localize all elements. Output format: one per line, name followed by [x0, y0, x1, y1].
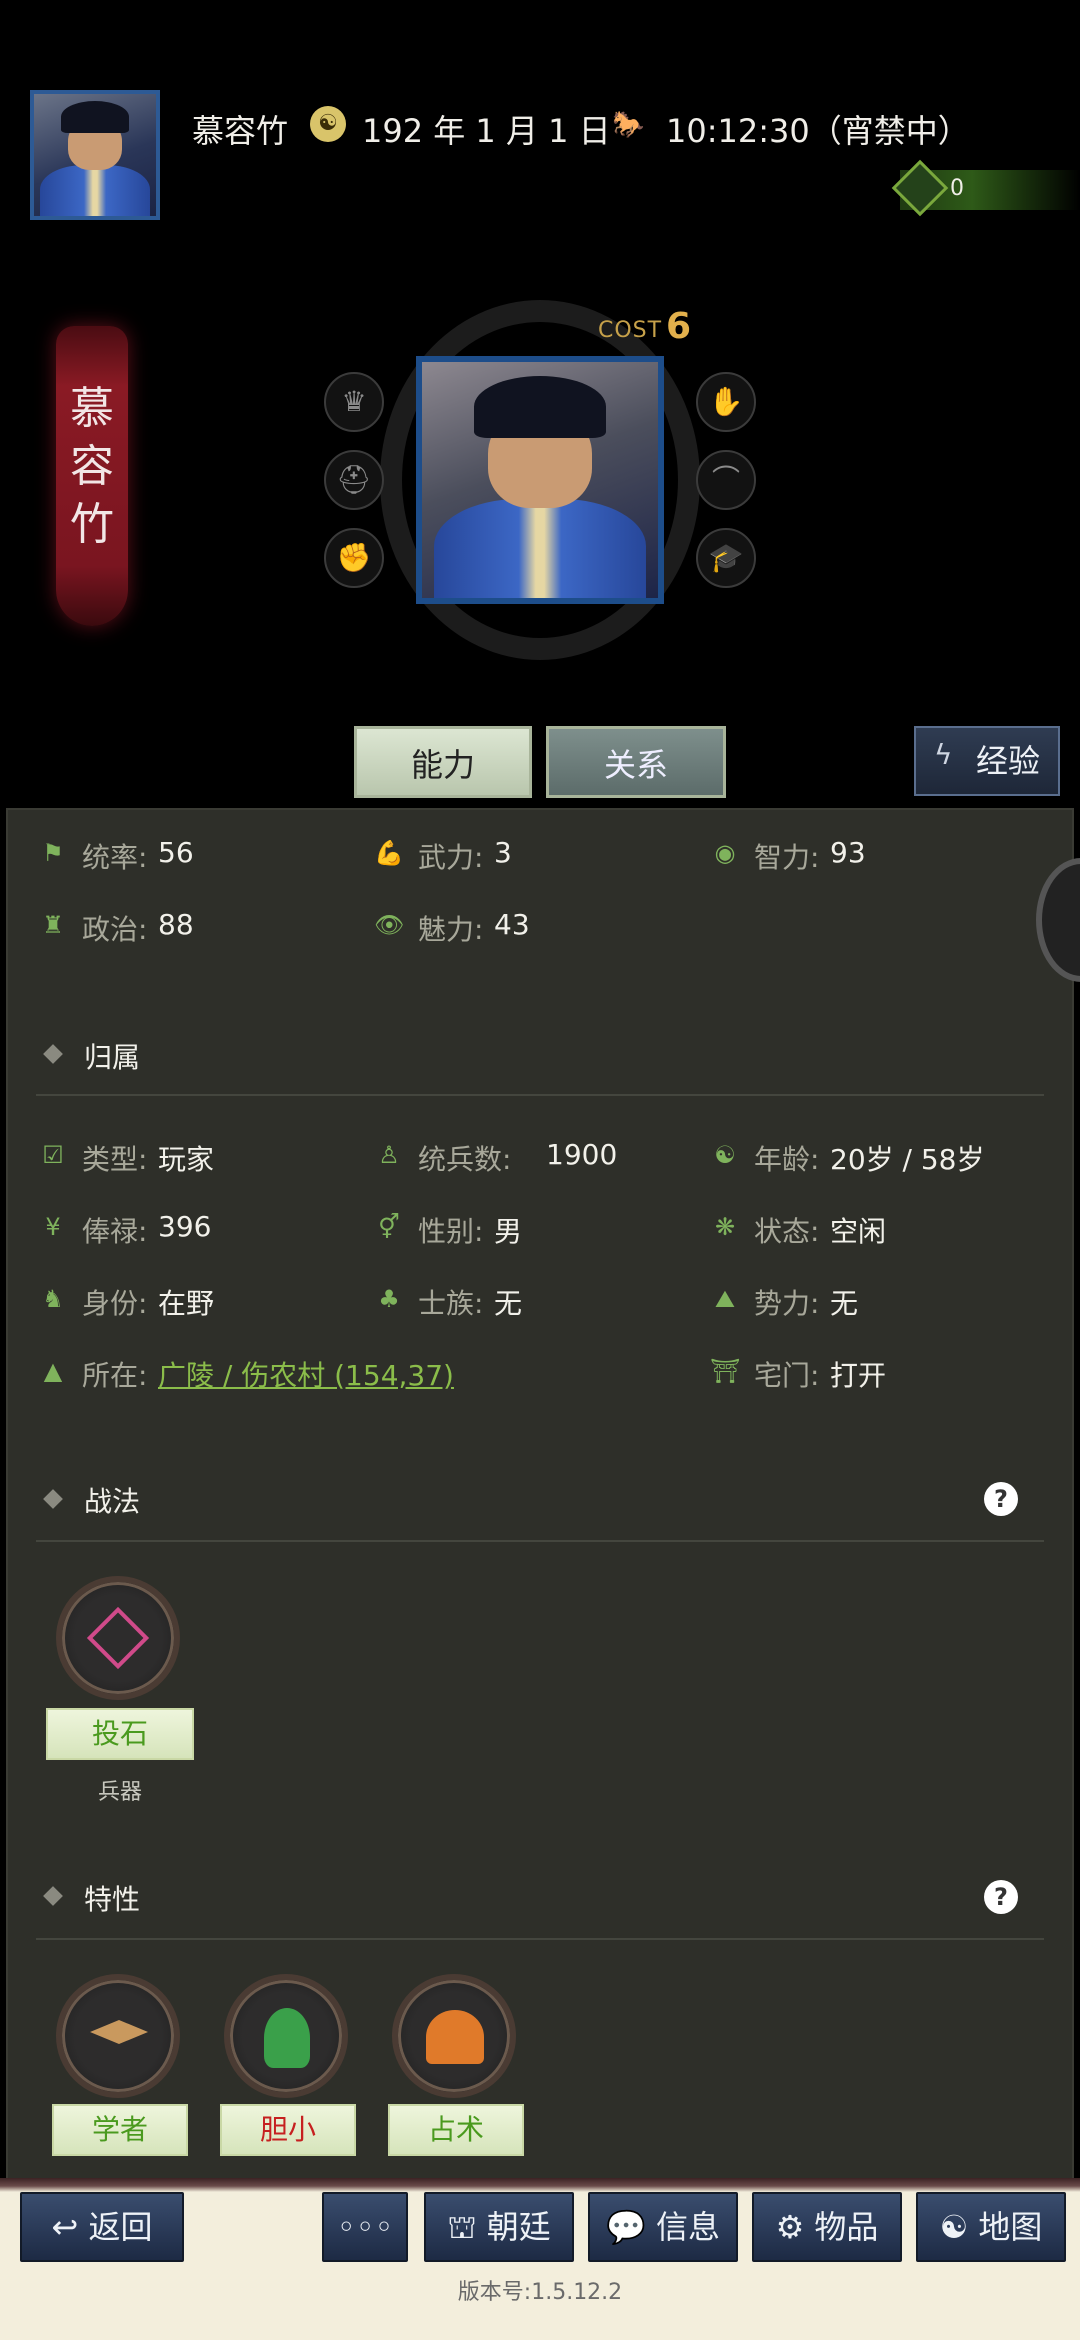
- version-label: 版本号:1.5.12.2: [457, 2280, 623, 2305]
- stat-charm-label: 魅力:: [418, 913, 484, 946]
- horse-icon: 🐎: [612, 110, 645, 140]
- flag-icon: ⚑: [42, 839, 64, 867]
- section-tactics-title: 战法: [84, 1485, 141, 1518]
- salary-label: 俸禄:: [82, 1215, 148, 1248]
- hero-portrait[interactable]: [416, 356, 664, 604]
- items-button[interactable]: ⚙ 物品: [752, 2192, 902, 2262]
- identity-label: 身份:: [82, 1287, 148, 1320]
- trait-label-scholar[interactable]: 学者: [52, 2104, 188, 2156]
- eye-icon: 👁: [374, 911, 405, 939]
- stat-intellect-label: 智力:: [754, 841, 820, 874]
- divider: [36, 1540, 1044, 1542]
- stat-command-label: 统率:: [82, 841, 148, 874]
- stat-charm-value: 43: [494, 908, 530, 941]
- politics-icon: ♜: [42, 911, 64, 939]
- gender-value: 男: [494, 1215, 523, 1248]
- gate-value: 打开: [830, 1359, 887, 1392]
- stat-politics-value: 88: [158, 908, 194, 941]
- brain-icon: ◉: [714, 839, 736, 867]
- location-icon: ▲: [43, 1357, 63, 1385]
- trait-label-divination[interactable]: 占术: [388, 2104, 524, 2156]
- status-icon: ❋: [714, 1213, 736, 1241]
- age-label: 年龄:: [754, 1143, 820, 1176]
- info-button[interactable]: 💬 信息: [588, 2192, 738, 2262]
- coward-trait-icon[interactable]: [224, 1974, 348, 2098]
- gate-icon: ⛩: [710, 1357, 741, 1385]
- type-label: 类型:: [82, 1143, 148, 1176]
- age-icon: ☯: [714, 1141, 736, 1169]
- tactic-sub-label: 兵器: [97, 1780, 142, 1805]
- identity-value: 在野: [158, 1287, 215, 1320]
- cost-label: COST: [598, 318, 663, 343]
- faction-value: 无: [830, 1287, 859, 1320]
- calendar-check-icon: ☑: [42, 1141, 64, 1169]
- tab-ability[interactable]: 能力: [354, 726, 532, 798]
- salary-value: 396: [158, 1210, 212, 1243]
- soldier-icon: ♙: [378, 1141, 400, 1169]
- calendar-icon: ☯: [310, 106, 346, 142]
- gate-label: 宅门:: [754, 1359, 820, 1392]
- helmet-icon[interactable]: ⛑: [324, 450, 384, 510]
- clan-label: 士族:: [418, 1287, 484, 1320]
- faction-icon: ⛰: [714, 1285, 736, 1313]
- crown-icon[interactable]: ♛: [324, 372, 384, 432]
- hero-name-vertical: 慕 容 竹: [70, 383, 114, 550]
- stat-intellect-value: 93: [830, 836, 866, 869]
- arm-icon: 💪: [374, 839, 404, 867]
- court-button[interactable]: ⛫ 朝廷: [424, 2192, 574, 2262]
- type-value: 玩家: [158, 1143, 215, 1176]
- hat-icon[interactable]: ⌒: [696, 450, 756, 510]
- location-label: 所在:: [82, 1359, 148, 1392]
- divination-trait-icon[interactable]: [392, 1974, 516, 2098]
- gender-label: 性别:: [418, 1215, 484, 1248]
- section-affiliation-title: 归属: [84, 1041, 141, 1074]
- divider: [36, 1938, 1044, 1940]
- stat-force-value: 3: [494, 836, 512, 869]
- cost-value: 6: [666, 306, 692, 347]
- tactics-help-icon[interactable]: ?: [984, 1482, 1018, 1516]
- tab-relation[interactable]: 关系: [546, 726, 726, 798]
- status-label: 状态:: [754, 1215, 820, 1248]
- age-value: 20岁 / 58岁: [830, 1143, 985, 1176]
- location-link[interactable]: 广陵 / 伤农村 (154,37): [158, 1354, 454, 1394]
- troops-label: 统兵数:: [418, 1143, 512, 1176]
- player-avatar[interactable]: [30, 90, 160, 220]
- lightning-icon: ϟ: [934, 738, 953, 771]
- yen-icon: ¥: [45, 1213, 61, 1241]
- status-value: 空闲: [830, 1215, 887, 1248]
- player-name: 慕容竹: [192, 112, 289, 150]
- catapult-skill-icon[interactable]: [56, 1576, 180, 1700]
- gender-icon: ⚥: [378, 1213, 400, 1241]
- graduation-cap-icon[interactable]: 🎓: [696, 528, 756, 588]
- faction-label: 势力:: [754, 1287, 820, 1320]
- divider: [36, 1094, 1044, 1096]
- gem-count: 0: [950, 176, 964, 201]
- stat-politics-label: 政治:: [82, 913, 148, 946]
- clan-value: 无: [494, 1287, 523, 1320]
- fist-icon[interactable]: ✊: [324, 528, 384, 588]
- trait-label-coward[interactable]: 胆小: [220, 2104, 356, 2156]
- game-time: 10:12:30（宵禁中）: [666, 112, 970, 150]
- detail-panel[interactable]: [6, 808, 1074, 2180]
- hand-seed-icon[interactable]: ✋: [696, 372, 756, 432]
- stat-command-value: 56: [158, 836, 194, 869]
- traits-help-icon[interactable]: ?: [984, 1880, 1018, 1914]
- scholar-trait-icon[interactable]: [56, 1974, 180, 2098]
- clan-icon: ♣: [378, 1285, 400, 1313]
- troops-value: 1900: [546, 1138, 618, 1171]
- tactic-label[interactable]: 投石: [46, 1708, 194, 1760]
- stat-force-label: 武力:: [418, 841, 484, 874]
- game-date: 192 年 1 月 1 日: [362, 112, 611, 150]
- section-traits-title: 特性: [84, 1883, 141, 1916]
- identity-icon: ♞: [42, 1285, 64, 1313]
- map-button[interactable]: ☯ 地图: [916, 2192, 1066, 2262]
- more-button[interactable]: ◦◦◦: [322, 2192, 408, 2262]
- back-button[interactable]: ↩ 返回: [20, 2192, 184, 2262]
